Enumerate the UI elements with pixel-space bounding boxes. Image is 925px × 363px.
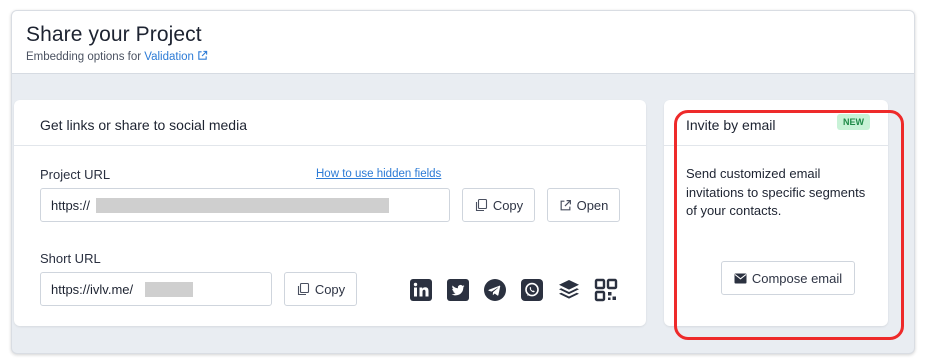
linkedin-icon[interactable]	[409, 278, 433, 302]
copy-short-url-button[interactable]: Copy	[284, 272, 357, 306]
copy-label: Copy	[314, 281, 346, 297]
whatsapp-icon[interactable]	[520, 278, 544, 302]
hidden-fields-help-link[interactable]: How to use hidden fields	[316, 168, 441, 180]
buffer-icon[interactable]	[557, 278, 581, 302]
subtitle-prefix: Embedding options for	[26, 51, 142, 63]
qr-code-icon[interactable]	[594, 278, 618, 302]
external-link-icon	[198, 50, 208, 60]
project-url-field[interactable]: https://	[40, 188, 450, 222]
share-card-title: Get links or share to social media	[40, 117, 247, 133]
dialog-header: Share your Project Embedding options for…	[12, 11, 914, 74]
page-subtitle: Embedding options for Validation	[26, 50, 208, 63]
project-url-label: Project URL	[40, 167, 111, 182]
external-link-icon	[560, 199, 571, 210]
page-title: Share your Project	[26, 23, 202, 46]
twitter-icon[interactable]	[446, 278, 470, 302]
redacted-url-blur	[96, 198, 389, 213]
short-url-field[interactable]: https://ivlv.me/	[40, 272, 272, 306]
copy-project-url-button[interactable]: Copy	[462, 188, 535, 222]
highlight-outline	[674, 110, 904, 340]
open-project-url-button[interactable]: Open	[547, 188, 620, 222]
share-card-header: Get links or share to social media	[14, 100, 646, 146]
redacted-short-url-blur	[145, 282, 193, 297]
telegram-icon[interactable]	[483, 278, 507, 302]
copy-icon	[297, 282, 309, 296]
open-label: Open	[576, 197, 609, 213]
project-url-value: https://	[51, 198, 91, 213]
short-url-value: https://ivlv.me/	[51, 282, 134, 297]
short-url-label: Short URL	[40, 251, 101, 266]
share-links-card: Get links or share to social media Proje…	[14, 100, 646, 326]
copy-label: Copy	[492, 197, 524, 213]
validation-link[interactable]: Validation	[144, 50, 208, 63]
copy-icon	[475, 198, 487, 212]
